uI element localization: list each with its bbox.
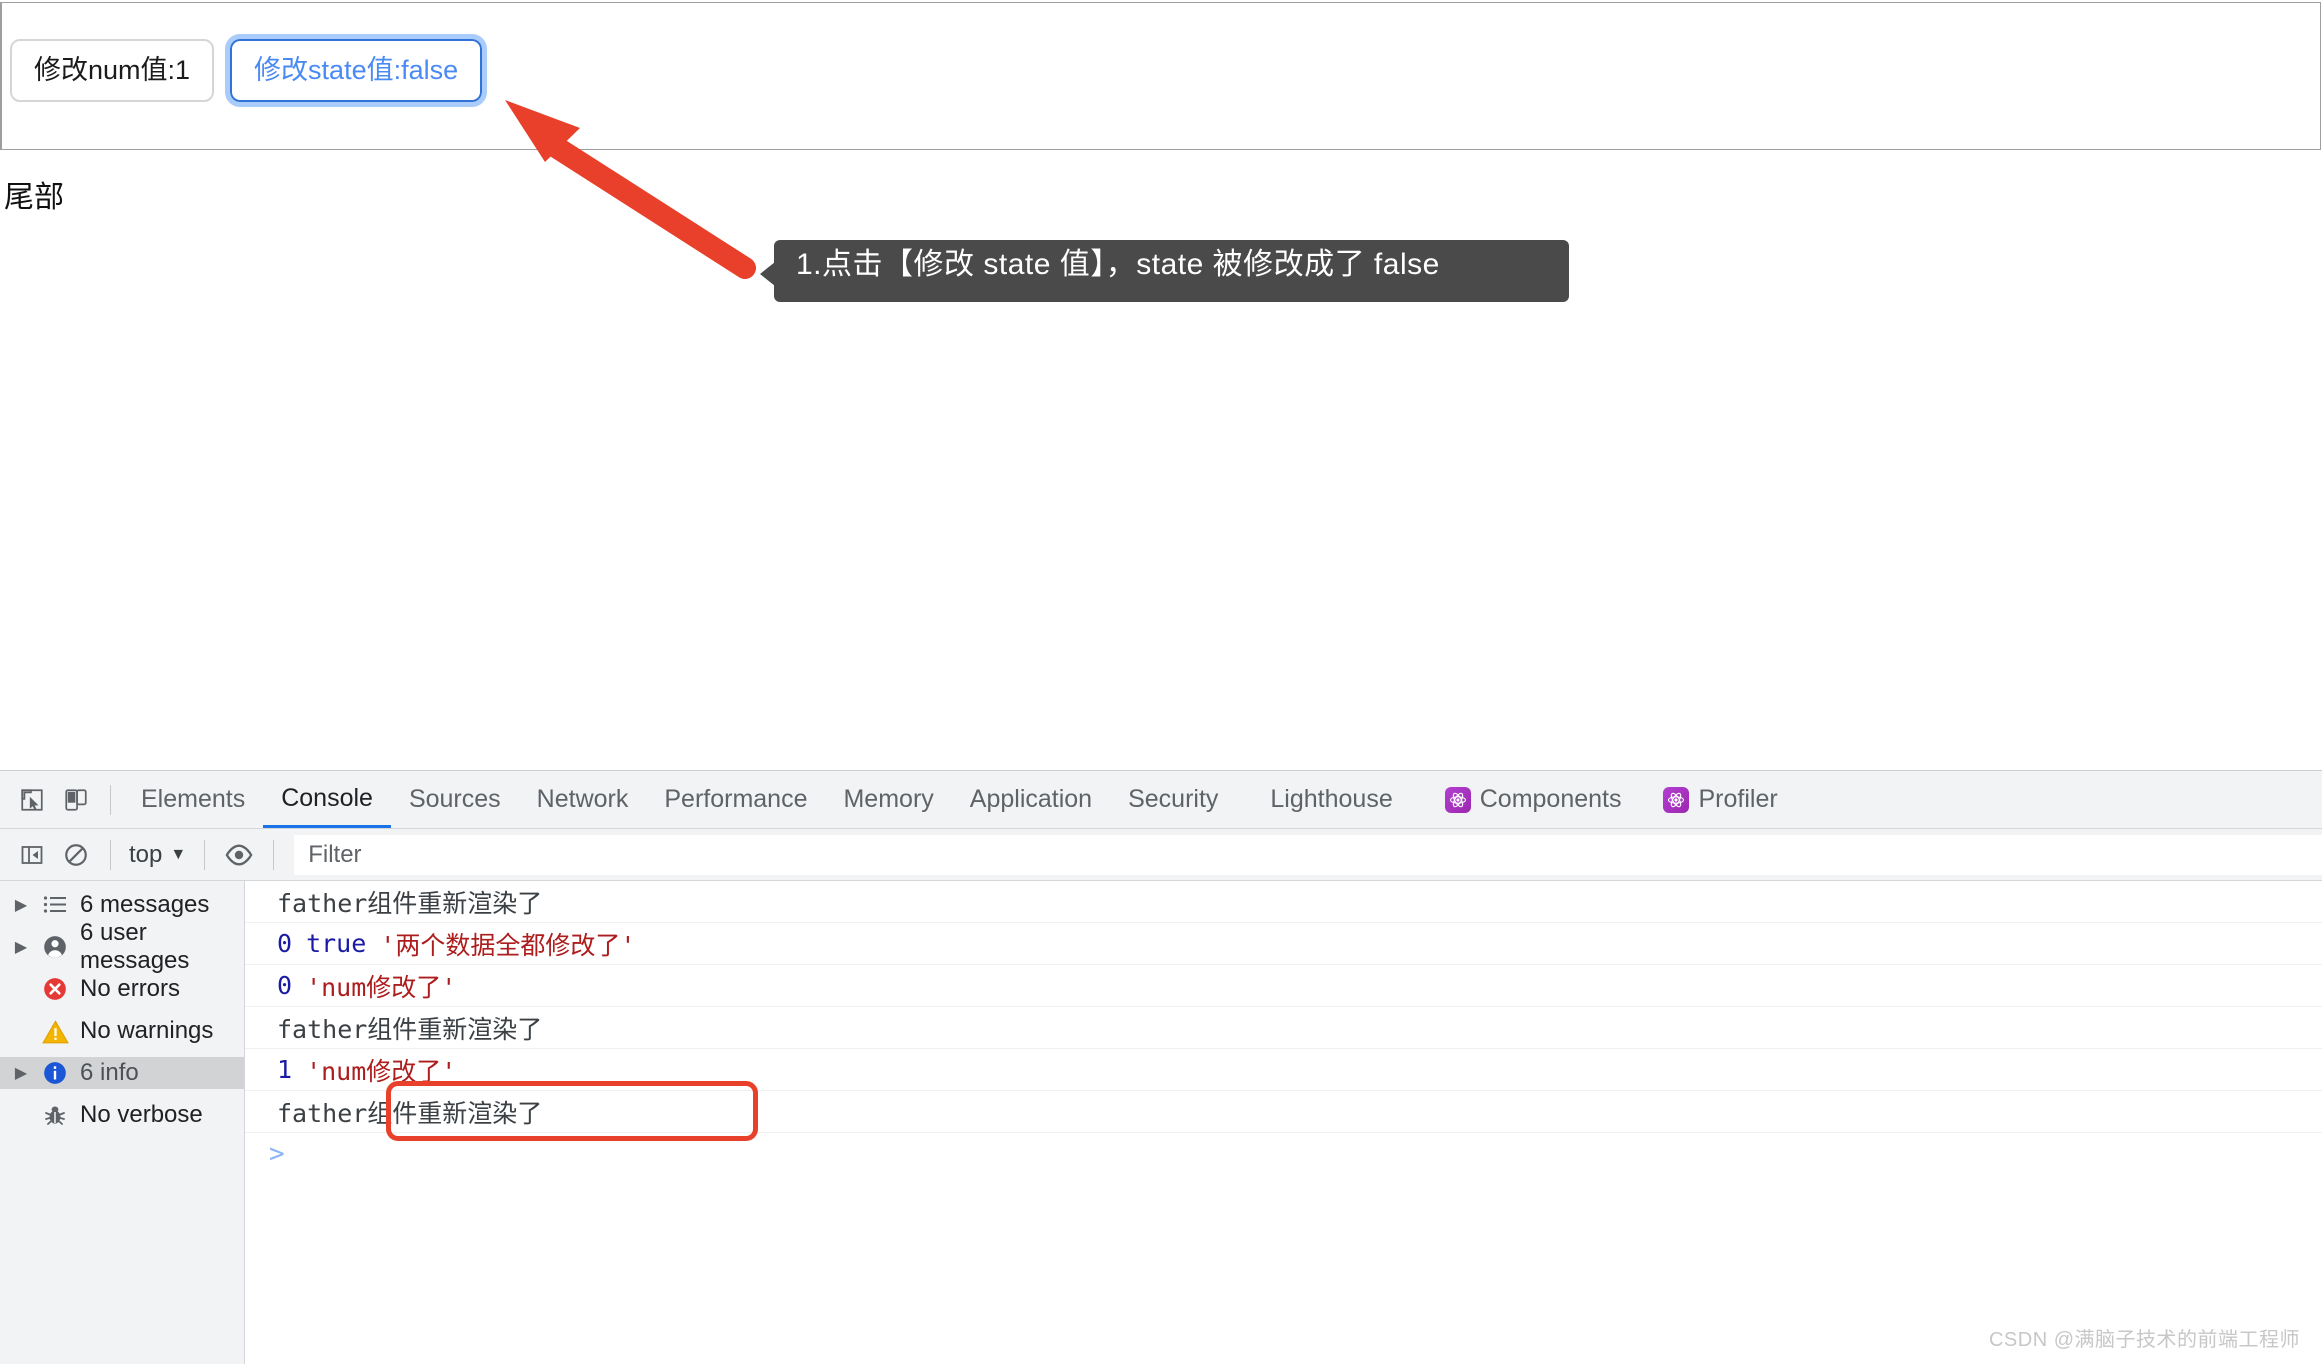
- tab-label: Sources: [409, 785, 501, 814]
- sidebar-item-errors[interactable]: No errors: [0, 973, 244, 1005]
- sidebar-item-user-messages[interactable]: ▶ 6 user messages: [0, 931, 244, 963]
- user-icon: [40, 932, 70, 962]
- tab-label: Elements: [141, 785, 245, 814]
- console-log-row[interactable]: 0 true '两个数据全都修改了': [245, 923, 2322, 965]
- log-number: 0: [277, 971, 292, 1000]
- toggle-console-sidebar-icon[interactable]: [10, 833, 54, 877]
- sidebar-item-label: 6 info: [80, 1059, 139, 1087]
- log-text: father组件重新渲染了: [277, 884, 542, 920]
- sidebar-gap: [0, 1089, 244, 1099]
- watermark-text: CSDN @满脑子技术的前端工程师: [1989, 1323, 2300, 1352]
- tab-profiler[interactable]: Profiler: [1639, 771, 1795, 828]
- console-log-row[interactable]: father组件重新渲染了: [245, 1007, 2322, 1049]
- modify-state-button[interactable]: 修改state值:false: [230, 39, 482, 102]
- tab-label: Application: [970, 785, 1092, 814]
- console-log-row[interactable]: father组件重新渲染了: [245, 881, 2322, 923]
- tab-components[interactable]: Components: [1411, 771, 1640, 828]
- react-logo-icon: [1663, 787, 1689, 813]
- tab-label: Profiler: [1698, 785, 1777, 814]
- device-toolbar-icon[interactable]: [54, 778, 98, 822]
- tab-label: Components: [1480, 785, 1622, 814]
- console-filter-toolbar: top ▼: [0, 829, 2322, 881]
- bug-icon: [40, 1100, 70, 1130]
- expand-caret-icon[interactable]: ▶: [12, 895, 30, 915]
- console-body: ▶ 6 messages ▶: [0, 881, 2322, 1364]
- tail-label: 尾部: [4, 172, 64, 216]
- expand-caret-icon[interactable]: ▶: [12, 1063, 30, 1083]
- sidebar-item-info[interactable]: ▶ 6 info: [0, 1057, 244, 1089]
- sidebar-item-messages[interactable]: ▶ 6 messages: [0, 889, 244, 921]
- live-expression-eye-icon[interactable]: [217, 833, 261, 877]
- sidebar-item-label: No errors: [80, 975, 180, 1003]
- chevron-down-icon: ▼: [170, 846, 186, 864]
- log-string: '两个数据全都修改了': [380, 926, 635, 962]
- prompt-caret-icon: >: [269, 1139, 285, 1169]
- sidebar-item-label: No verbose: [80, 1101, 203, 1129]
- clear-console-icon[interactable]: [54, 833, 98, 877]
- tab-label: Security: [1128, 785, 1218, 814]
- tab-security[interactable]: Security: [1110, 771, 1236, 828]
- execution-context-select[interactable]: top ▼: [123, 841, 192, 869]
- tab-label: Network: [537, 785, 629, 814]
- console-row-highlight-box: [386, 1081, 758, 1141]
- log-string: 'num修改了': [306, 968, 456, 1004]
- button-row: 修改num值:1 修改state值:false: [10, 39, 482, 102]
- tab-label: Performance: [664, 785, 807, 814]
- sidebar-item-warnings[interactable]: No warnings: [0, 1015, 244, 1047]
- tab-sources[interactable]: Sources: [391, 771, 519, 828]
- sidebar-gap: [0, 1005, 244, 1015]
- execution-context-label: top: [129, 841, 162, 869]
- inspect-element-icon[interactable]: [10, 778, 54, 822]
- tab-console[interactable]: Console: [263, 771, 391, 828]
- tab-memory[interactable]: Memory: [825, 771, 951, 828]
- sidebar-item-label: No warnings: [80, 1017, 213, 1045]
- log-number: 1: [277, 1055, 292, 1084]
- tab-network[interactable]: Network: [519, 771, 647, 828]
- warning-icon: [40, 1016, 70, 1046]
- tab-lighthouse[interactable]: Lighthouse: [1236, 771, 1410, 828]
- sidebar-item-label: 6 messages: [80, 891, 209, 919]
- tab-performance[interactable]: Performance: [646, 771, 825, 828]
- list-icon: [40, 890, 70, 920]
- devtools-tabbar: Elements Console Sources Network Perform…: [0, 771, 2322, 829]
- tab-application[interactable]: Application: [952, 771, 1110, 828]
- log-number: 0: [277, 929, 292, 958]
- screenshot-root: 修改num值:1 修改state值:false 尾部 1.点击【修改 state…: [0, 0, 2322, 1364]
- sidebar-item-label: 6 user messages: [80, 919, 244, 975]
- log-boolean: true: [306, 929, 366, 958]
- rendered-page-area: 修改num值:1 修改state值:false 尾部: [0, 0, 2322, 770]
- sidebar-item-verbose[interactable]: No verbose: [0, 1099, 244, 1131]
- annotation-callout-1: 1.点击【修改 state 值】，state 被修改成了 false: [774, 240, 1569, 302]
- sidebar-gap: [0, 1047, 244, 1057]
- app-container: 修改num值:1 修改state值:false: [0, 2, 2321, 150]
- expand-caret-icon[interactable]: ▶: [12, 937, 30, 957]
- info-icon: [40, 1058, 70, 1088]
- console-filter-input[interactable]: [294, 835, 2322, 875]
- tab-label: Memory: [843, 785, 933, 814]
- tab-elements[interactable]: Elements: [123, 771, 263, 828]
- console-sidebar: ▶ 6 messages ▶: [0, 881, 245, 1364]
- tab-label: Lighthouse: [1270, 785, 1392, 814]
- log-text: father组件重新渲染了: [277, 1010, 542, 1046]
- filterbar-divider-2: [204, 840, 205, 870]
- filterbar-divider-1: [110, 840, 111, 870]
- devtools-panel: Elements Console Sources Network Perform…: [0, 770, 2322, 1364]
- error-icon: [40, 974, 70, 1004]
- filterbar-divider-3: [273, 840, 274, 870]
- modify-num-button[interactable]: 修改num值:1: [10, 39, 214, 102]
- console-log-row[interactable]: 0 'num修改了': [245, 965, 2322, 1007]
- tabbar-divider: [110, 785, 111, 815]
- react-logo-icon: [1445, 787, 1471, 813]
- tab-label: Console: [281, 784, 373, 813]
